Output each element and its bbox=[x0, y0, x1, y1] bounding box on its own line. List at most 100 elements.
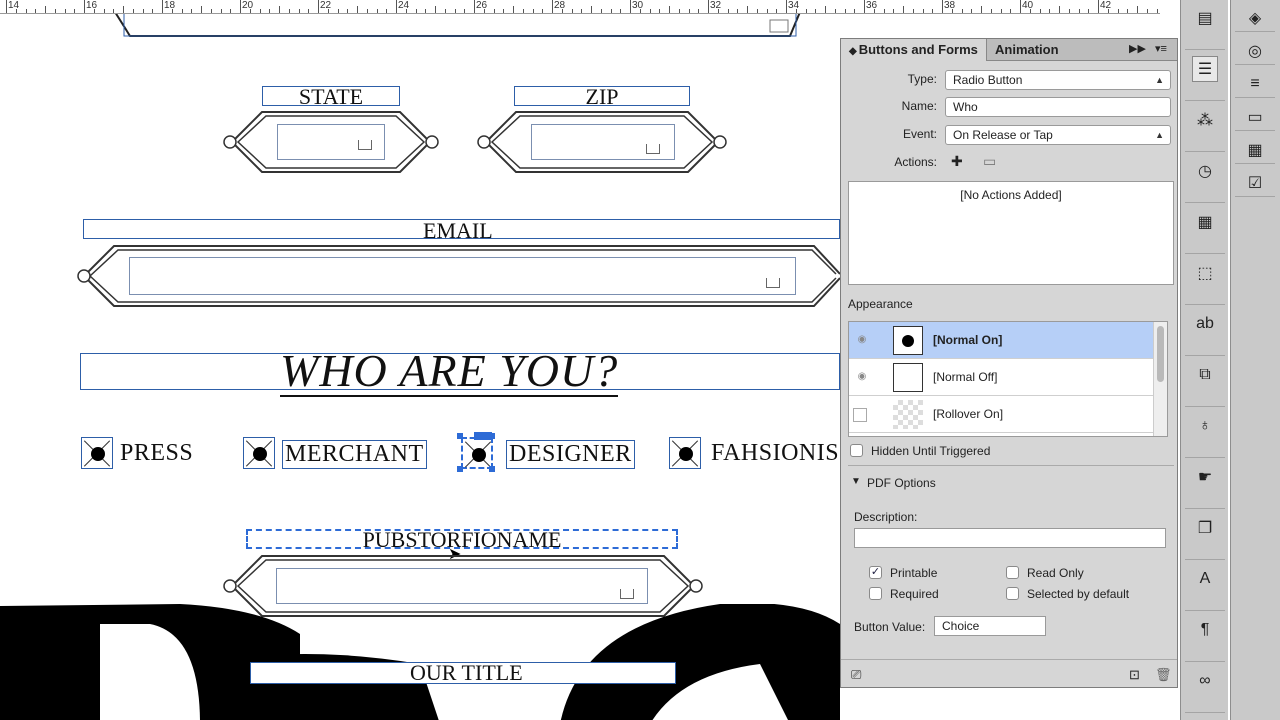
preview-icon[interactable]: ⎚ bbox=[851, 667, 861, 683]
ruler-tick bbox=[25, 9, 27, 13]
state-rollover-on[interactable]: [Rollover On] bbox=[849, 396, 1153, 433]
table-icon[interactable]: ▦ bbox=[1243, 138, 1267, 162]
ruler-tick bbox=[854, 9, 856, 13]
swatches-icon[interactable]: ◎ bbox=[1243, 39, 1267, 63]
dock-separator bbox=[1235, 31, 1275, 32]
convert-object-icon[interactable]: ⊡ bbox=[1129, 667, 1140, 683]
ruler-tick bbox=[1068, 9, 1070, 13]
selection-handle[interactable] bbox=[457, 433, 463, 439]
ruler-tick bbox=[864, 0, 865, 13]
ruler-tick bbox=[678, 9, 680, 13]
panel-menu-icon[interactable]: ▾≡ bbox=[1155, 42, 1167, 55]
button-value-input[interactable]: Choice bbox=[934, 616, 1046, 636]
pdf-options-label[interactable]: PDF Options bbox=[867, 476, 936, 490]
add-action-icon[interactable]: ✚ bbox=[951, 153, 963, 170]
read-only-checkbox[interactable] bbox=[1006, 566, 1019, 579]
radio-merchant[interactable] bbox=[243, 437, 275, 469]
hidden-until-triggered-checkbox[interactable] bbox=[850, 444, 863, 457]
buttons-forms-icon[interactable]: ☰ bbox=[1192, 56, 1218, 82]
remove-action-icon[interactable]: ▭ bbox=[983, 153, 996, 170]
trash-icon[interactable]: 🗑 bbox=[1155, 667, 1172, 683]
object-states-icon[interactable]: ⁂ bbox=[1193, 108, 1217, 132]
ruler-tick bbox=[815, 9, 817, 13]
ruler-tick bbox=[249, 9, 251, 13]
timing-icon[interactable]: ◷ bbox=[1193, 159, 1217, 183]
selection-handle[interactable] bbox=[489, 466, 495, 472]
radio-designer-selected[interactable] bbox=[461, 437, 493, 469]
type-select[interactable]: Radio Button ▲ bbox=[945, 70, 1171, 90]
gradient-icon[interactable]: ▭ bbox=[1243, 105, 1267, 129]
ruler-tick bbox=[142, 9, 144, 13]
horizontal-ruler[interactable]: 14 16 18 20 22 24 26 28 30 32 34 36 38 40 42 bbox=[0, 0, 1160, 14]
ruler-tick bbox=[844, 9, 846, 13]
stroke-icon[interactable]: ≡ bbox=[1243, 72, 1267, 96]
panel-dock-secondary: ◈ ◎ ≡ ▭ ▦ ☑ bbox=[1230, 0, 1280, 720]
ruler-tick bbox=[1117, 9, 1119, 13]
eye-icon[interactable]: ◉ bbox=[853, 334, 871, 346]
ruler-number: 42 bbox=[1100, 0, 1112, 11]
media-icon[interactable]: ▦ bbox=[1193, 210, 1217, 234]
ruler-tick bbox=[1107, 9, 1109, 13]
character-styles-icon[interactable]: A bbox=[1193, 567, 1217, 591]
appearance-states-list[interactable]: ◉ [Normal On] ◉ [Normal Off] [Rollover O… bbox=[848, 321, 1168, 437]
spelling-icon[interactable]: ab bbox=[1193, 312, 1217, 336]
tips-icon[interactable]: ♁ bbox=[1193, 414, 1217, 438]
ruler-tick bbox=[483, 9, 485, 13]
visibility-toggle-icon[interactable] bbox=[853, 408, 867, 422]
radio-press[interactable] bbox=[81, 437, 113, 469]
zip-input[interactable] bbox=[531, 124, 675, 160]
read-only-label: Read Only bbox=[1027, 566, 1084, 580]
text-field-icon bbox=[646, 144, 660, 154]
selection-handle[interactable] bbox=[457, 466, 463, 472]
email-input[interactable] bbox=[129, 257, 796, 295]
actions-list[interactable]: [No Actions Added] bbox=[848, 181, 1174, 285]
tab-buttons-and-forms[interactable]: ◆ Buttons and Forms bbox=[841, 39, 987, 61]
dock-separator bbox=[1185, 253, 1225, 254]
pages-icon[interactable]: ▤ bbox=[1193, 6, 1217, 30]
layers-icon[interactable]: ◈ bbox=[1243, 6, 1267, 30]
ruler-tick bbox=[552, 0, 553, 13]
ruler-tick bbox=[669, 6, 670, 13]
ruler-number: 14 bbox=[8, 0, 20, 11]
printable-label: Printable bbox=[890, 566, 938, 580]
hyperlinks-icon[interactable]: ⧉ bbox=[1193, 363, 1217, 387]
ruler-tick bbox=[327, 9, 329, 13]
ruler-tick bbox=[717, 9, 719, 13]
ruler-tick bbox=[1146, 9, 1148, 13]
state-thumbnail bbox=[893, 326, 923, 355]
layers-transform-icon[interactable]: ⬚ bbox=[1193, 261, 1217, 285]
selection-handle[interactable] bbox=[489, 433, 495, 439]
dock-separator bbox=[1185, 304, 1225, 305]
printable-checkbox[interactable]: ✓ bbox=[869, 566, 882, 579]
ruler-tick bbox=[971, 9, 973, 13]
title-input[interactable] bbox=[276, 568, 648, 604]
ruler-tick bbox=[1039, 9, 1041, 13]
ruler-tick bbox=[191, 9, 193, 13]
required-checkbox[interactable] bbox=[869, 587, 882, 600]
name-input[interactable]: Who bbox=[945, 97, 1171, 117]
eye-icon[interactable]: ◉ bbox=[853, 371, 871, 383]
panel-expand-icon[interactable]: ▶▶ bbox=[1129, 42, 1146, 55]
ruler-tick bbox=[240, 0, 241, 13]
selected-by-default-checkbox[interactable] bbox=[1006, 587, 1019, 600]
ruler-tick bbox=[6, 0, 7, 13]
tab-animation[interactable]: Animation bbox=[987, 39, 1067, 61]
checklist-icon[interactable]: ☑ bbox=[1243, 171, 1267, 195]
touch-icon[interactable]: ☛ bbox=[1193, 465, 1217, 489]
state-thumbnail bbox=[893, 400, 923, 429]
paragraph-icon[interactable]: ¶ bbox=[1193, 618, 1217, 642]
state-normal-off[interactable]: ◉ [Normal Off] bbox=[849, 359, 1153, 396]
ruler-tick bbox=[893, 9, 895, 13]
state-normal-on[interactable]: ◉ [Normal On] bbox=[849, 322, 1153, 359]
radio-fashionista[interactable] bbox=[669, 437, 701, 469]
states-scrollbar[interactable] bbox=[1153, 322, 1167, 436]
dock-separator bbox=[1235, 64, 1275, 65]
links-icon[interactable]: ∞ bbox=[1193, 669, 1217, 693]
ruler-number: 40 bbox=[1022, 0, 1034, 11]
description-input[interactable] bbox=[854, 528, 1166, 548]
disclosure-triangle-icon[interactable]: ▼ bbox=[851, 476, 861, 487]
ruler-tick bbox=[951, 9, 953, 13]
required-label: Required bbox=[890, 587, 939, 601]
pages-stack-icon[interactable]: ❐ bbox=[1193, 516, 1217, 540]
event-select[interactable]: On Release or Tap ▲ bbox=[945, 125, 1171, 145]
